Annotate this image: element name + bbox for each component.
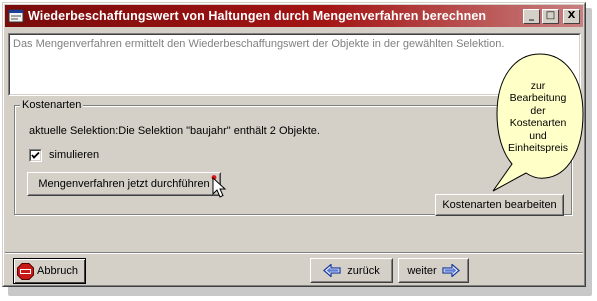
maximize-button[interactable]: □ <box>542 8 559 24</box>
app-icon <box>8 8 24 24</box>
footer-separator <box>5 252 583 254</box>
minimize-button[interactable]: _ <box>523 8 540 24</box>
arrow-left-icon <box>323 264 341 277</box>
title-bar[interactable]: Wiederbeschaffungswert von Haltungen dur… <box>5 5 583 27</box>
back-button[interactable]: zurück <box>310 258 393 283</box>
simulate-checkbox[interactable] <box>29 149 42 162</box>
run-mengenverfahren-button[interactable]: Mengenverfahren jetzt durchführen <box>27 172 221 196</box>
arrow-right-icon <box>442 264 460 277</box>
edit-kostenarten-button[interactable]: Kostenarten bearbeiten <box>435 194 564 216</box>
next-label: weiter <box>407 264 437 277</box>
mouse-cursor-icon <box>211 175 227 198</box>
back-label: zurück <box>347 264 380 277</box>
edit-button-label: Kostenarten bearbeiten <box>442 199 557 211</box>
groupbox-label: Kostenarten <box>20 99 84 111</box>
description-text: Das Mengenverfahren ermittelt den Wieder… <box>13 38 505 50</box>
stop-sign-icon <box>17 262 34 280</box>
window-title: Wiederbeschaffungswert von Haltungen dur… <box>28 9 487 23</box>
checkmark-icon <box>31 151 40 159</box>
callout-text: zur Bearbeitung der Kostenarten und Einh… <box>507 80 569 155</box>
run-button-label: Mengenverfahren jetzt durchführen <box>38 178 210 190</box>
cancel-label: Abbruch <box>37 265 78 277</box>
close-button[interactable]: X <box>563 8 580 24</box>
cancel-button[interactable]: Abbruch <box>13 258 86 284</box>
next-button[interactable]: weiter <box>398 258 469 283</box>
selection-info: aktuelle Selektion:Die Selektion "baujah… <box>29 125 320 137</box>
simulate-label[interactable]: simulieren <box>49 149 99 161</box>
